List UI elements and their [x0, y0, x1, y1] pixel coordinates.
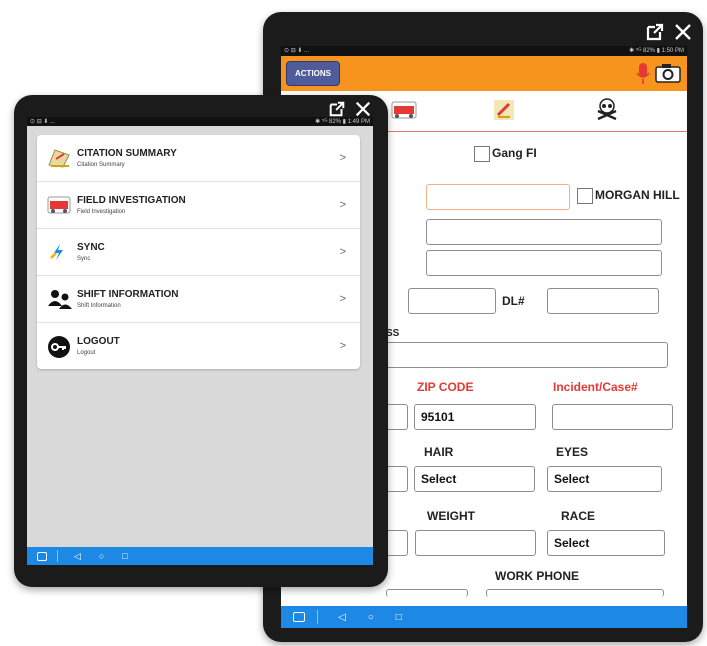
nav-recent-button[interactable]: □ [122, 551, 127, 561]
menu-item-subtitle: Shift Information [77, 303, 121, 309]
partial-field-4[interactable] [386, 589, 468, 597]
nav-back-button[interactable]: ◁ [74, 551, 81, 562]
morgan-hill-checkbox[interactable] [577, 188, 593, 204]
status-left: ⊙ ⊟ ⬇ ... [284, 48, 310, 54]
menu-item-subtitle: Sync [77, 256, 91, 262]
app-toolbar: ACTIONS [281, 56, 687, 91]
dl-label: DL# [502, 294, 525, 308]
menu-item-title: FIELD INVESTIGATION [77, 195, 186, 206]
morgan-hill-label: MORGAN HILL [595, 188, 680, 202]
chevron-right-icon: > [339, 152, 346, 164]
camera-icon[interactable] [655, 63, 681, 88]
text-field-3[interactable] [408, 288, 496, 314]
close-icon[interactable] [354, 100, 372, 118]
work-phone-label: WORK PHONE [495, 569, 579, 583]
keyboard-icon[interactable] [37, 551, 47, 561]
nav-home-button[interactable]: ○ [368, 612, 374, 623]
weight-field[interactable] [415, 530, 536, 556]
logout-icon [47, 335, 70, 358]
hair-select[interactable]: Select [414, 466, 535, 492]
main-menu: CITATION SUMMARY Citation Summary > FIEL… [37, 135, 360, 369]
status-left: ⊙ ⊟ ⬇ ... [30, 119, 56, 125]
chevron-right-icon: > [339, 199, 346, 211]
citation-icon [47, 147, 70, 169]
menu-item-shift-information[interactable]: SHIFT INFORMATION Shift Information > [37, 276, 360, 323]
race-label: RACE [561, 509, 596, 523]
text-field-1[interactable] [426, 219, 662, 245]
menu-item-field-investigation[interactable]: FIELD INVESTIGATION Field Investigation … [37, 182, 360, 229]
actions-button[interactable]: ACTIONS [286, 61, 340, 86]
menu-item-title: LOGOUT [77, 336, 120, 347]
gang-fi-label: Gang FI [492, 146, 537, 160]
nav-home-button[interactable]: ○ [99, 551, 104, 561]
zip-code-field[interactable]: 95101 [414, 404, 536, 430]
partial-field-3[interactable] [386, 530, 408, 556]
text-field-2[interactable] [426, 250, 662, 276]
popout-icon[interactable] [328, 100, 346, 118]
menu-item-logout[interactable]: LOGOUT Logout > [37, 323, 360, 369]
zip-code-label: ZIP CODE [417, 380, 474, 394]
status-bar: ⊙ ⊟ ⬇ ... ✱ ⁵ᴳ 82% ▮ 1:50 PM [281, 46, 687, 56]
work-phone-field[interactable] [486, 589, 664, 597]
microphone-icon[interactable] [636, 62, 650, 91]
citation-tab-icon[interactable] [491, 97, 517, 128]
menu-item-title: SHIFT INFORMATION [77, 289, 179, 300]
sync-icon [47, 241, 69, 263]
menu-item-subtitle: Field Investigation [77, 209, 126, 215]
gang-fi-checkbox[interactable] [474, 146, 490, 162]
menu-item-subtitle: Logout [77, 350, 96, 356]
close-icon[interactable] [673, 22, 693, 42]
partial-field-1[interactable] [386, 404, 408, 430]
skull-icon[interactable] [595, 97, 619, 128]
nav-back-button[interactable]: ◁ [338, 612, 346, 623]
address-field[interactable] [386, 342, 668, 368]
front-screen: ⊙ ⊟ ⬇ ... ✱ ⁵ᴳ 82% ▮ 1:49 PM CITATION SU… [27, 117, 373, 565]
incident-label: Incident/Case# [553, 380, 638, 394]
chevron-right-icon: > [339, 293, 346, 305]
status-bar: ⊙ ⊟ ⬇ ... ✱ ⁵ᴳ 82% ▮ 1:49 PM [27, 117, 373, 126]
menu-item-subtitle: Citation Summary [77, 162, 125, 168]
status-right: ✱ ⁵ᴳ 82% ▮ 1:49 PM [315, 119, 370, 125]
race-select[interactable]: Select [547, 530, 665, 556]
highlighted-field[interactable] [426, 184, 570, 210]
address-label: SS [386, 328, 400, 339]
hair-label: HAIR [424, 445, 454, 459]
partial-field-2[interactable] [386, 466, 408, 492]
menu-item-sync[interactable]: SYNC Sync > [37, 229, 360, 276]
weight-label: WEIGHT [427, 509, 475, 523]
eyes-label: EYES [556, 445, 589, 459]
chevron-right-icon: > [339, 340, 346, 352]
menu-item-citation-summary[interactable]: CITATION SUMMARY Citation Summary > [37, 135, 360, 182]
android-nav-bar: ◁ ○ □ [27, 547, 373, 565]
status-right: ✱ ⁵ᴳ 82% ▮ 1:50 PM [629, 48, 684, 54]
dl-number-field[interactable] [547, 288, 659, 314]
shift-icon [47, 288, 72, 310]
field-investigation-icon [47, 194, 71, 216]
nav-divider [317, 610, 318, 624]
android-nav-bar: ◁ ○ □ [281, 606, 687, 628]
front-tablet: ⊙ ⊟ ⬇ ... ✱ ⁵ᴳ 82% ▮ 1:49 PM CITATION SU… [14, 95, 388, 587]
menu-item-title: SYNC [77, 242, 105, 253]
chevron-right-icon: > [339, 246, 346, 258]
eyes-select[interactable]: Select [547, 466, 662, 492]
nav-recent-button[interactable]: □ [396, 612, 402, 623]
nav-divider [57, 550, 58, 562]
popout-icon[interactable] [645, 22, 665, 42]
keyboard-icon[interactable] [293, 612, 305, 622]
menu-item-title: CITATION SUMMARY [77, 148, 177, 159]
incident-field[interactable] [552, 404, 673, 430]
field-investigation-tab-icon[interactable] [391, 99, 417, 126]
